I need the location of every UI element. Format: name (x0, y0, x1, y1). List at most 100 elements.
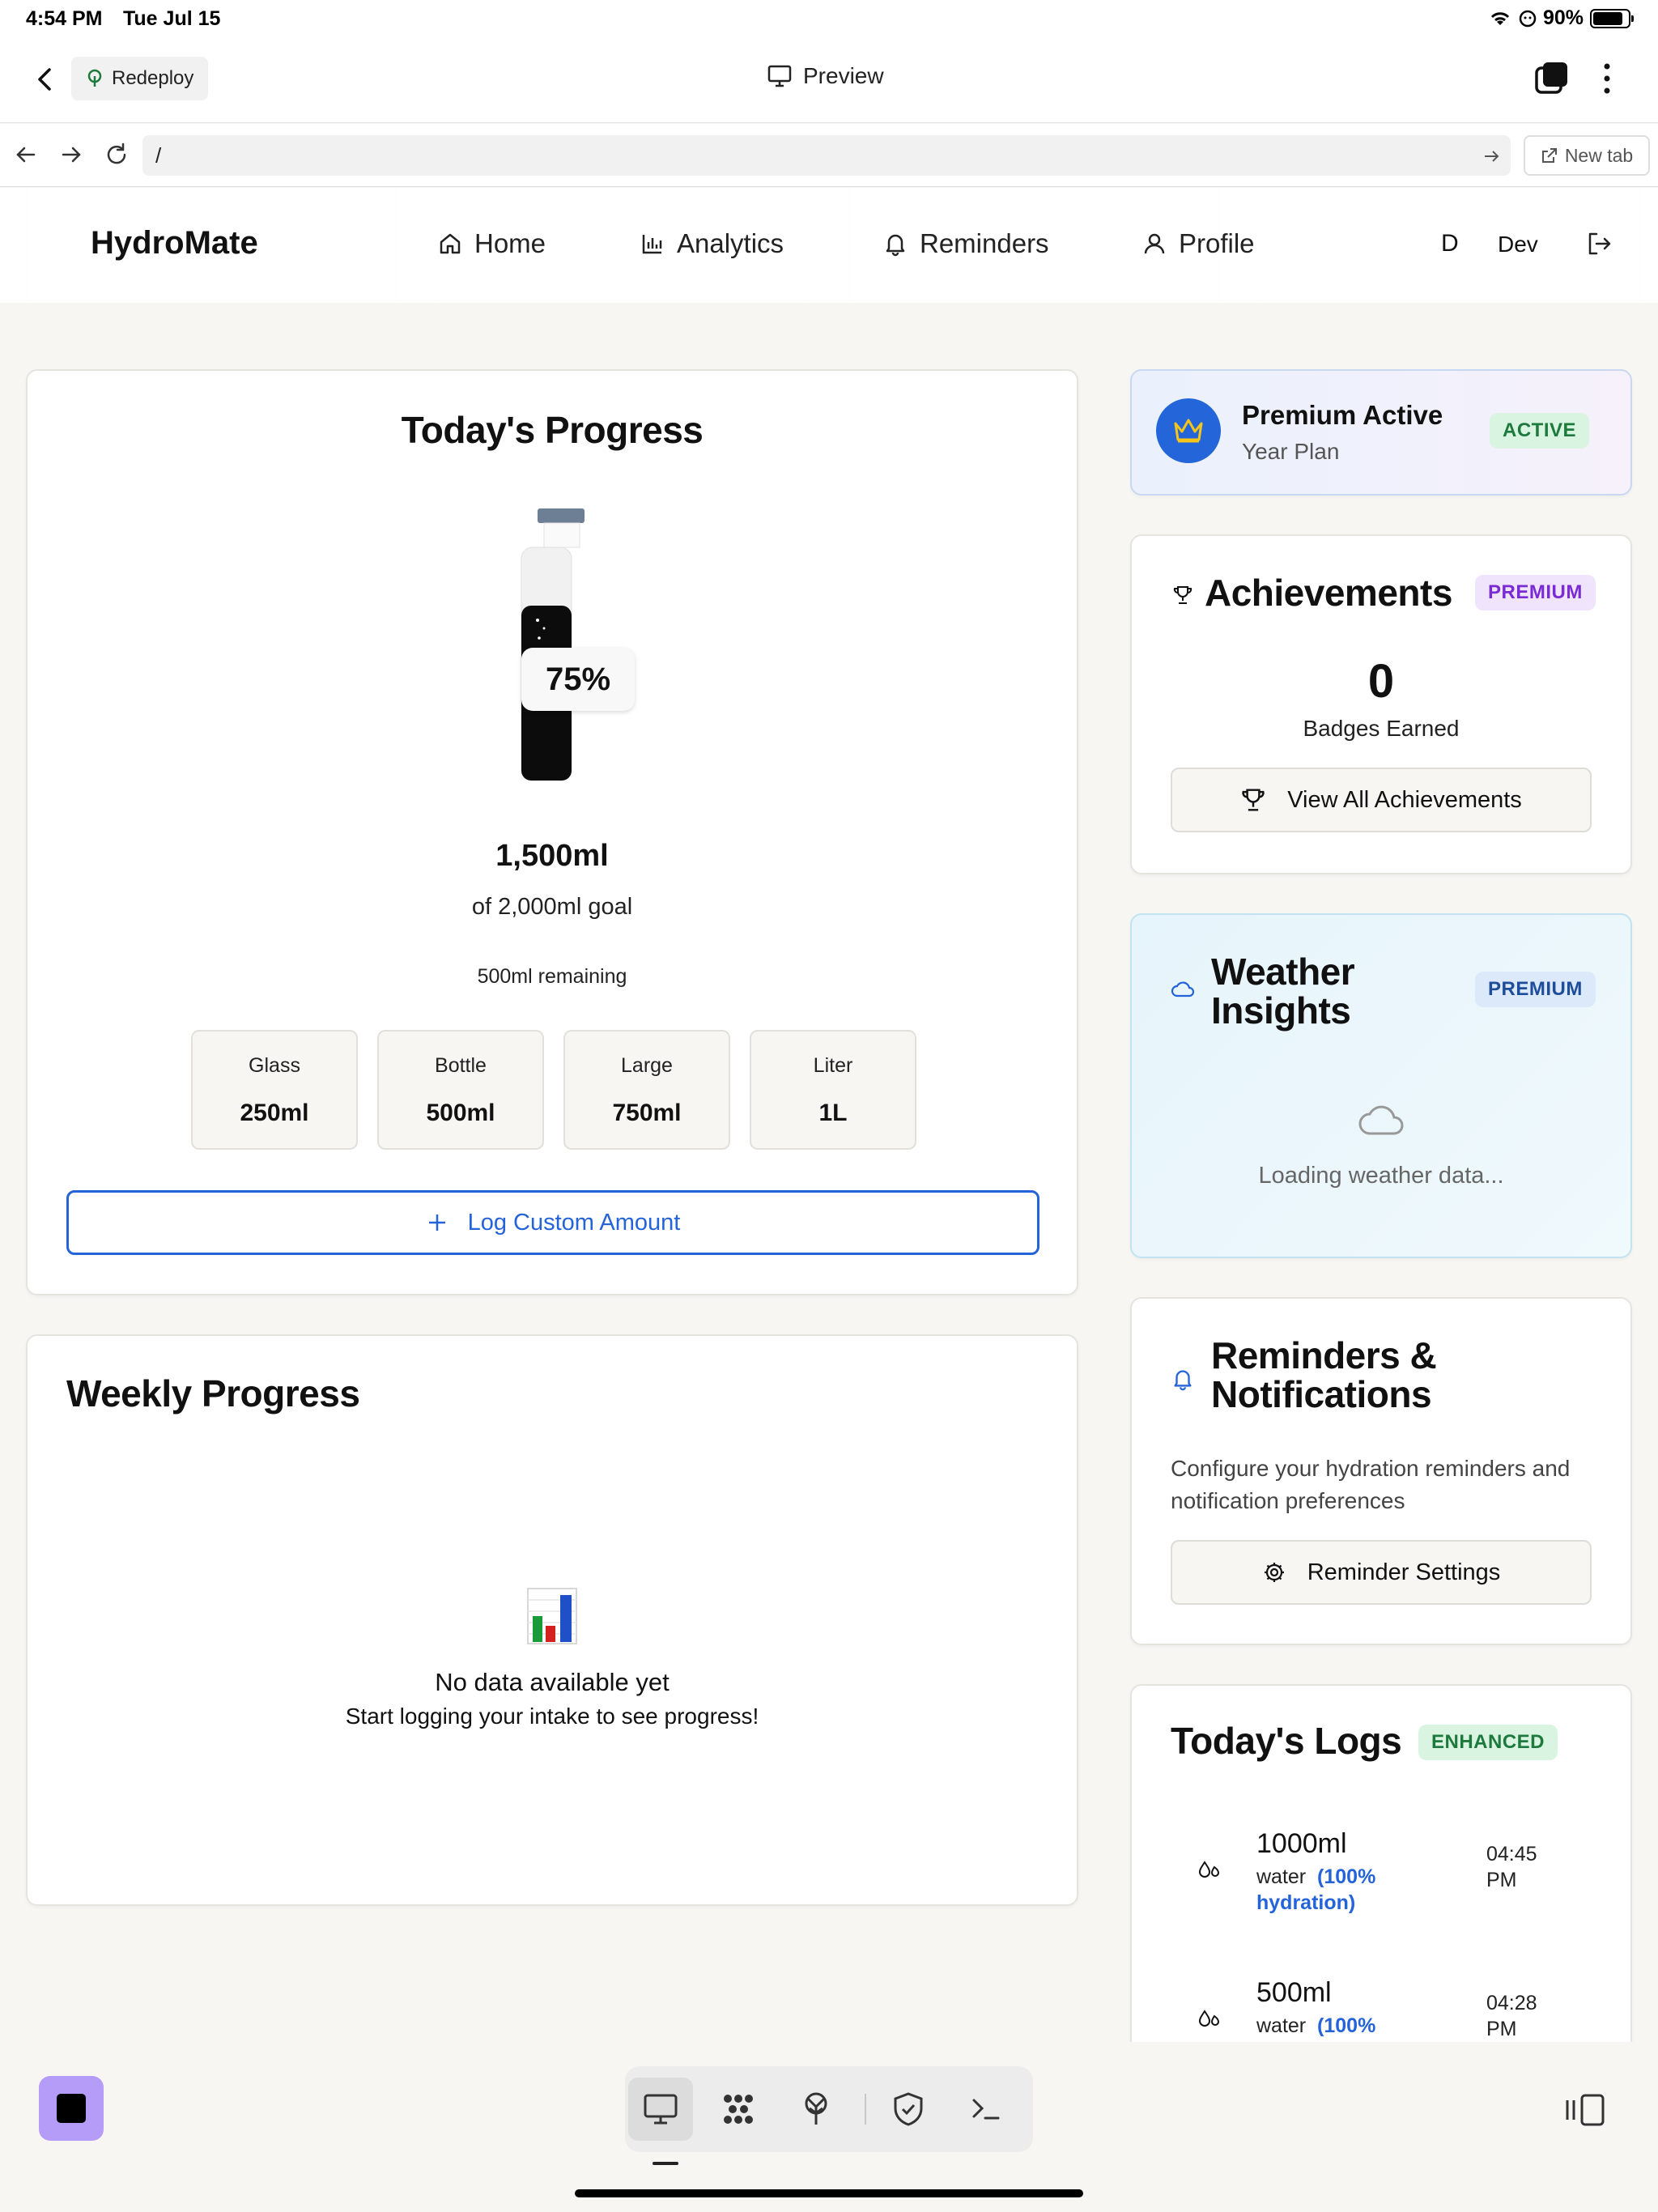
redeploy-button[interactable]: Redeploy (71, 57, 209, 100)
dock-security-button[interactable] (876, 2078, 941, 2141)
bell-icon (1174, 1370, 1192, 1391)
nav-reminders[interactable]: Reminders (882, 228, 1049, 259)
url-input[interactable] (142, 135, 1511, 176)
quick-add-value: 250ml (240, 1100, 309, 1126)
quick-add-bottle-button[interactable]: Bottle 500ml (377, 1030, 544, 1150)
trophy-icon (1173, 586, 1192, 604)
sidebar-toggle-icon[interactable] (1564, 2092, 1606, 2128)
weather-title-line2: Insights (1211, 989, 1351, 1032)
badges-count: 0 (1367, 655, 1395, 708)
water-bottle-icon (521, 508, 585, 781)
brand-logo[interactable]: HydroMate (91, 225, 258, 262)
weekly-progress-title: Weekly Progress (66, 1372, 360, 1414)
weather-insights-card: Weather Insights PREMIUM Loading weather… (1130, 913, 1632, 1258)
log-amount: 500ml (1256, 1977, 1332, 2008)
arrow-left-icon[interactable] (11, 140, 40, 169)
view-all-achievements-label: View All Achievements (1287, 786, 1522, 813)
wifi-icon (1490, 11, 1510, 25)
home-indicator (575, 2189, 1083, 2197)
battery-percent: 90% (1542, 6, 1584, 29)
external-link-icon (1541, 148, 1557, 163)
nav-profile[interactable]: Profile (1141, 228, 1255, 259)
go-arrow-icon[interactable] (1482, 147, 1501, 166)
weather-title-line1: Weather (1211, 951, 1355, 993)
more-vertical-icon[interactable] (1593, 60, 1621, 97)
status-bar: 4:54 PM Tue Jul 15 90% (0, 0, 1658, 39)
premium-badge: PREMIUM (1475, 972, 1596, 1007)
reminders-title-line1: Reminders & (1211, 1334, 1437, 1376)
avatar[interactable]: D (1441, 230, 1459, 257)
view-all-achievements-button[interactable]: View All Achievements (1171, 768, 1592, 832)
log-custom-amount-button[interactable]: Log Custom Amount (66, 1190, 1039, 1255)
cloud-icon (1171, 981, 1195, 998)
preview-label: Preview (803, 63, 884, 88)
dock-deploy-button[interactable] (784, 2078, 848, 2141)
log-description: water (100% hydration) (1256, 1864, 1410, 1916)
nav-home-label: Home (474, 228, 546, 258)
premium-badge: PREMIUM (1475, 575, 1596, 610)
droplets-icon (1198, 1861, 1220, 1878)
trophy-icon (1242, 789, 1265, 811)
nav-analytics[interactable]: Analytics (640, 228, 784, 259)
gear-icon (1264, 1563, 1284, 1582)
premium-status-card: Premium Active Year Plan ACTIVE (1130, 369, 1632, 496)
app-switcher-button[interactable] (39, 2076, 104, 2141)
quick-add-glass-button[interactable]: Glass 250ml (191, 1030, 358, 1150)
bell-icon (886, 234, 905, 257)
empty-state-title: No data available yet (435, 1668, 670, 1696)
dock-shell-button[interactable] (954, 2078, 1018, 2141)
quick-add-label: Glass (249, 1054, 300, 1077)
dock-preview-button[interactable] (628, 2078, 693, 2141)
log-custom-label: Log Custom Amount (467, 1209, 681, 1236)
premium-plan: Year Plan (1242, 439, 1340, 464)
nav-reminders-label: Reminders (920, 228, 1049, 258)
username: Dev (1498, 232, 1538, 257)
quick-add-large-button[interactable]: Large 750ml (563, 1030, 730, 1150)
quick-add-liter-button[interactable]: Liter 1L (750, 1030, 916, 1150)
reminders-title: Reminders & Notifications (1211, 1334, 1437, 1414)
new-tab-button[interactable]: New tab (1524, 135, 1650, 176)
enhanced-badge: ENHANCED (1418, 1725, 1558, 1760)
dock-active-indicator (653, 2162, 678, 2165)
logout-icon[interactable] (1585, 230, 1613, 257)
log-amount: 1000ml (1256, 1828, 1347, 1859)
intake-amount: 1,500ml (495, 839, 609, 873)
terminal-icon (972, 2099, 1000, 2120)
reminders-description: Configure your hydration reminders and n… (1171, 1456, 1571, 1513)
status-time: 4:54 PM (26, 7, 103, 30)
quick-add-label: Liter (813, 1054, 853, 1077)
weather-loading-text: Loading weather data... (1258, 1163, 1504, 1189)
editor-toolbar: Redeploy Preview (0, 39, 1658, 123)
back-chevron-icon[interactable] (29, 63, 62, 96)
preview-tab[interactable]: Preview (767, 63, 884, 89)
nav-profile-label: Profile (1179, 228, 1255, 258)
reload-icon[interactable] (102, 140, 131, 169)
dock-workflows-button[interactable] (706, 2078, 771, 2141)
todays-progress-title: Today's Progress (401, 409, 704, 451)
empty-state-subtitle: Start logging your intake to see progres… (345, 1704, 759, 1729)
todays-logs-title: Today's Logs (1171, 1720, 1402, 1762)
nav-home[interactable]: Home (437, 228, 546, 259)
log-type: water (1256, 1865, 1307, 1888)
weekly-progress-card: Weekly Progress No data available yet St… (26, 1334, 1078, 1906)
arrow-right-icon[interactable] (57, 140, 86, 169)
cloud-icon (1358, 1105, 1404, 1135)
status-right: 90% (1488, 6, 1634, 30)
achievements-title: Achievements (1205, 572, 1452, 614)
monitor-icon (644, 2094, 678, 2125)
log-type: water (1256, 2014, 1307, 2037)
intake-remaining: 500ml remaining (477, 965, 627, 988)
battery-icon (1590, 8, 1634, 28)
droplets-icon (1198, 2010, 1220, 2027)
new-tab-label: New tab (1564, 144, 1634, 166)
dock-toolbar (625, 2066, 1033, 2152)
shield-check-icon (894, 2092, 923, 2126)
reminder-settings-button[interactable]: Reminder Settings (1171, 1540, 1592, 1605)
quick-add-value: 1L (818, 1100, 848, 1126)
log-time: 04:28 PM (1486, 1992, 1537, 2040)
bar-chart-icon (642, 235, 662, 254)
plus-icon (428, 1214, 445, 1231)
quick-add-value: 750ml (612, 1100, 682, 1126)
tabs-icon[interactable] (1533, 60, 1571, 97)
user-icon (1144, 233, 1165, 254)
